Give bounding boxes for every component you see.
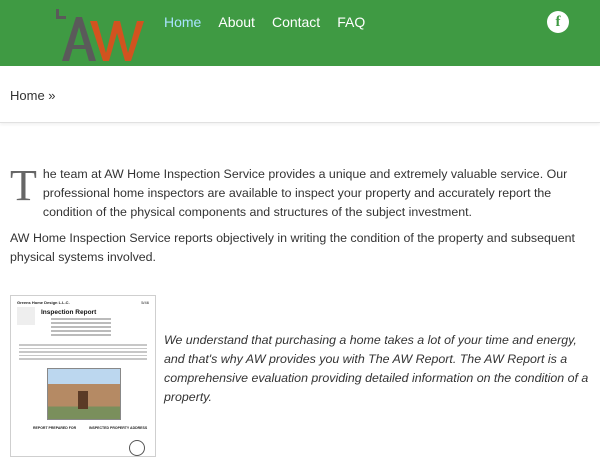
report-title: Inspection Report: [41, 309, 97, 316]
main-nav: Home About Contact FAQ: [164, 14, 365, 30]
intro-text: he team at AW Home Inspection Service pr…: [42, 167, 568, 219]
report-prepared-for: REPORT PREPARED FOR: [33, 426, 77, 430]
nav-about[interactable]: About: [218, 14, 255, 30]
reports-paragraph: AW Home Inspection Service reports objec…: [10, 231, 575, 264]
aw-logo[interactable]: [52, 7, 148, 63]
report-logo: [17, 307, 35, 325]
report-property-address: INSPECTED PROPERTY ADDRESS: [89, 426, 148, 430]
nav-contact[interactable]: Contact: [272, 14, 320, 30]
nav-faq[interactable]: FAQ: [337, 14, 365, 30]
report-body-text: [19, 344, 147, 362]
intro-paragraph: T he team at AW Home Inspection Service …: [10, 161, 598, 222]
inspection-report-thumbnail[interactable]: Greens Home Design L.L.C. 5/46 Inspectio…: [10, 295, 156, 457]
aw-report-description: We understand that purchasing a home tak…: [164, 333, 589, 404]
breadcrumb[interactable]: Home »: [10, 88, 56, 103]
house-photo: [47, 368, 121, 420]
breadcrumb-bar: Home »: [0, 66, 600, 123]
site-header: Home About Contact FAQ f: [0, 0, 600, 66]
report-header-lines: [51, 318, 111, 338]
report-seal-icon: [129, 440, 145, 456]
house-door: [78, 391, 88, 409]
report-company: Greens Home Design L.L.C.: [17, 300, 70, 305]
nav-home[interactable]: Home: [164, 14, 201, 30]
report-page: 5/46: [141, 300, 149, 305]
drop-cap: T: [10, 161, 37, 210]
facebook-icon[interactable]: f: [547, 11, 569, 33]
